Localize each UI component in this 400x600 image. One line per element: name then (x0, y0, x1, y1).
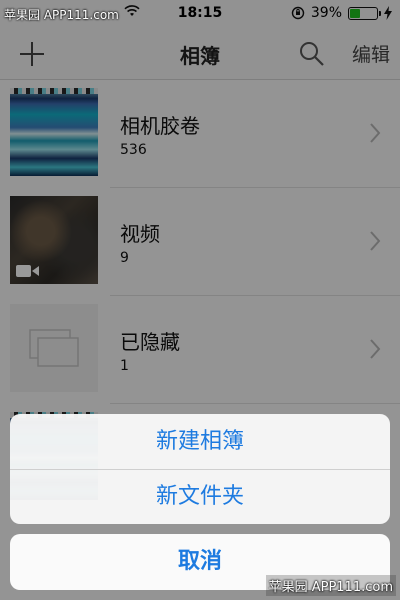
action-sheet: 新建相簿 新文件夹 (10, 414, 390, 524)
new-folder-button[interactable]: 新文件夹 (10, 469, 390, 524)
new-album-button[interactable]: 新建相簿 (10, 414, 390, 469)
watermark-top: 苹果园 APP111.com (4, 8, 119, 22)
watermark-bottom: 苹果园 APP111.com (265, 575, 396, 596)
